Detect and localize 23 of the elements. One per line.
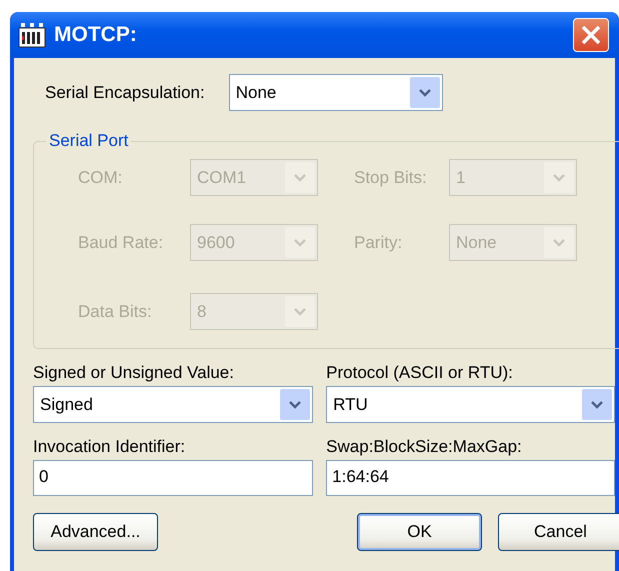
field-label: COM: xyxy=(78,168,124,188)
close-icon xyxy=(580,24,602,46)
field-label: Baud Rate: xyxy=(78,232,164,252)
input-field[interactable]: 0 xyxy=(33,460,314,496)
dialog-button[interactable]: Advanced... xyxy=(33,513,158,551)
protocol-dropdown[interactable]: RTU xyxy=(326,386,615,423)
field-label: Signed or Unsigned Value: xyxy=(33,363,235,383)
close-button[interactable] xyxy=(573,18,609,52)
encapsulation-dropdown[interactable]: None xyxy=(228,74,443,111)
field-label: Invocation Identifier: xyxy=(33,437,186,457)
rack-icon xyxy=(18,22,46,48)
signed-dropdown[interactable]: Signed xyxy=(33,386,314,423)
field-label: Parity: xyxy=(354,232,404,252)
field-label: Data Bits: xyxy=(78,302,153,322)
group-title: Serial Port xyxy=(48,131,130,151)
input-field[interactable]: 1:64:64 xyxy=(326,460,615,496)
window-title: MOTCP: xyxy=(54,23,137,47)
field-label: Protocol (ASCII or RTU): xyxy=(326,363,514,383)
field-label: Serial Encapsulation: xyxy=(45,82,205,102)
field-label: Stop Bits: xyxy=(354,168,428,188)
dialog-button[interactable]: Cancel xyxy=(498,513,619,551)
dialog-button[interactable]: OK xyxy=(357,513,482,551)
field-label: Swap:BlockSize:MaxGap: xyxy=(326,437,523,457)
